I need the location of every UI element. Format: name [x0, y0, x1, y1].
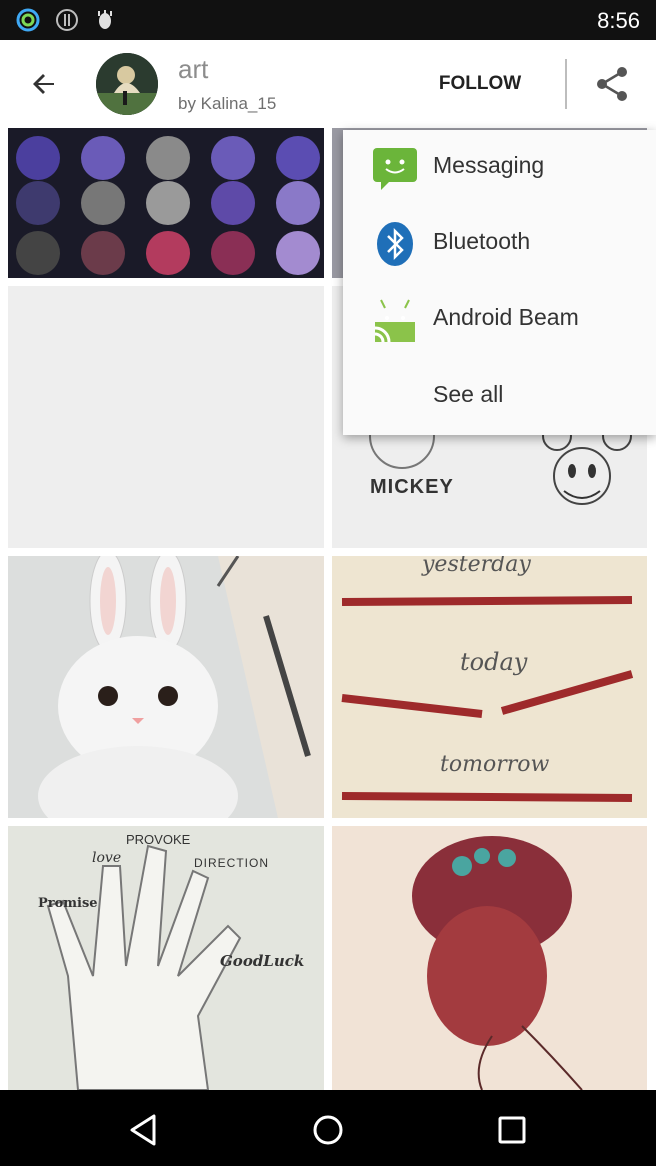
menu-label-see-all: See all — [433, 381, 504, 407]
pencils-text-today: today — [460, 648, 528, 676]
follow-button[interactable]: FOLLOW — [420, 64, 540, 104]
divider — [565, 59, 567, 109]
pin-hand-drawing[interactable]: PROVOKE love DIRECTION Promise GoodLuck — [8, 826, 324, 1090]
pin-moon-phases[interactable] — [8, 128, 324, 278]
board-owner[interactable]: by Kalina_15 — [178, 94, 276, 114]
share-option-bluetooth[interactable]: Bluetooth — [343, 206, 656, 282]
vpn-icon — [56, 9, 78, 31]
pencils-image — [332, 556, 647, 818]
board-header: art by Kalina_15 FOLLOW — [0, 40, 656, 129]
pin-girl-bun-drawing[interactable] — [332, 826, 647, 1090]
bunny-image — [8, 556, 324, 818]
share-option-see-all[interactable]: See all — [343, 359, 656, 435]
clock: 8:56 — [597, 8, 640, 33]
android-beam-icon — [374, 299, 415, 343]
messaging-icon — [373, 148, 417, 190]
share-option-messaging[interactable]: Messaging — [343, 130, 656, 206]
recents-square-icon[interactable] — [492, 1110, 532, 1150]
avatar-image — [96, 53, 158, 115]
hand-word-goodluck: GoodLuck — [220, 952, 305, 970]
girl-image — [332, 826, 647, 1090]
arrow-left-icon[interactable] — [20, 60, 68, 108]
board-title: art — [178, 54, 209, 84]
share-option-android-beam[interactable]: Android Beam — [343, 282, 656, 358]
avatar[interactable] — [96, 53, 158, 115]
pin-bunny-drawing[interactable] — [8, 556, 324, 818]
share-icon[interactable] — [590, 60, 634, 108]
pencils-text-yesterday: yesterday — [422, 556, 531, 577]
share-menu: Messaging Bluetooth Android Beam See all — [343, 130, 656, 435]
pin-pencils-drawing[interactable]: yesterday today tomorrow — [332, 556, 647, 818]
mickey-caption: MICKEY — [370, 476, 454, 498]
pencils-text-tomorrow: tomorrow — [440, 752, 550, 777]
status-bar: 8:56 — [0, 0, 656, 40]
hand-word-love: love — [92, 850, 122, 866]
hand-word-provoke: PROVOKE — [126, 832, 191, 847]
hand-word-direction: DIRECTION — [194, 856, 269, 870]
moon-phases-image — [8, 128, 324, 278]
menu-label-android-beam: Android Beam — [433, 304, 579, 330]
home-circle-icon[interactable] — [308, 1110, 348, 1150]
menu-label-messaging: Messaging — [433, 152, 545, 178]
pin-blank[interactable] — [8, 286, 324, 548]
menu-label-bluetooth: Bluetooth — [433, 228, 531, 254]
hand-word-promise: Promise — [38, 896, 98, 911]
ring-app-icon — [16, 8, 40, 32]
navigation-bar — [0, 1090, 656, 1166]
debug-icon — [98, 10, 112, 29]
bluetooth-icon — [377, 222, 413, 266]
back-triangle-icon[interactable] — [124, 1110, 164, 1150]
